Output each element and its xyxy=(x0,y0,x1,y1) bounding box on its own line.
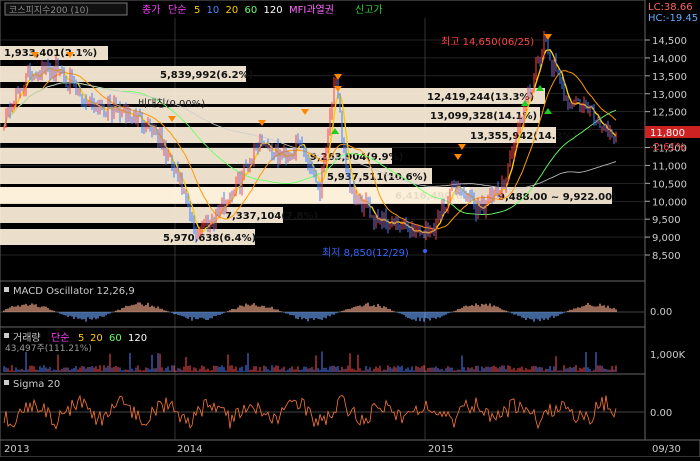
legend-item: 10 xyxy=(207,5,220,16)
price-box-label: 5,937,511(10.6%) xyxy=(327,172,427,183)
sigma-title: Sigma 20 xyxy=(13,379,60,390)
date-label: 2015 xyxy=(428,444,453,455)
legend-item: 20 xyxy=(226,5,239,16)
price-tick-label: 9,500 xyxy=(652,215,681,226)
legend-item: 종가 xyxy=(142,4,160,16)
price-tick-label: 14,500 xyxy=(652,36,687,47)
volume-title-part: 120 xyxy=(128,333,147,344)
volume-title-part: 60 xyxy=(109,333,122,344)
lc-readout: LC:38.66 xyxy=(648,2,693,13)
chart-window: 1,933,401(2.1%) 5,839,992(6.2%) 12,419,244… xyxy=(0,0,700,458)
sigma-bullet-icon xyxy=(4,380,9,385)
volume-title-part: 20 xyxy=(90,333,103,344)
price-box-label: 1,933,401(2.1%) xyxy=(4,48,97,59)
legend-item: 60 xyxy=(245,5,258,16)
price-tick-label: 11,000 xyxy=(652,161,687,172)
volume-sub: 43,497주(111.21%) xyxy=(5,343,92,354)
volume-title-part: 5 xyxy=(78,333,84,344)
current-price: 11,800 xyxy=(650,128,685,139)
stock-chart[interactable]: 1,933,401(2.1%) 5,839,992(6.2%) 12,419,244… xyxy=(0,0,700,458)
price-tick-label: 12,500 xyxy=(652,108,687,119)
date-axis-bar xyxy=(0,439,700,458)
legend-item: MFI과열권 xyxy=(289,4,334,16)
hc-readout: HC:-19.45 xyxy=(648,13,698,24)
price-tick-label: 13,500 xyxy=(652,72,687,83)
price-tick-label: 10,500 xyxy=(652,179,687,190)
midline-annotation: 비대칭(0.00%) xyxy=(138,98,205,110)
price-tick-label: 13,000 xyxy=(652,90,687,101)
price-box-label: 5,839,992(6.2%) xyxy=(160,70,253,81)
price-box-label: 12,419,244(13.3%) xyxy=(427,92,534,103)
low-annotation: 최저 8,850(12/29) xyxy=(322,247,409,259)
macd-zero: 0.00 xyxy=(650,307,672,318)
high-annotation: 최고 14,650(06/25) xyxy=(441,36,534,48)
date-axis-right: 09/30 xyxy=(652,444,681,455)
price-tick-label: 10,000 xyxy=(652,197,687,208)
price-box-label: 13,355,942(14.3%) xyxy=(470,131,577,142)
legend-item: 단순 xyxy=(168,4,186,16)
date-label: 2013 xyxy=(4,444,29,455)
date-label: 2014 xyxy=(177,444,202,455)
price-tick-label: 9,000 xyxy=(652,233,681,244)
price-tick-label: 14,000 xyxy=(652,54,687,65)
price-box-label: 5,970,638(6.4%) xyxy=(163,233,256,244)
volume-axis-label: 1,000K xyxy=(650,350,686,361)
low-marker-icon xyxy=(423,249,427,253)
price-box-label: 7,337,104(7.8%) xyxy=(225,211,318,222)
macd-title: MACD Oscillator 12,26,9 xyxy=(13,286,135,297)
price-box-label: 9,488.00 ~ 9,922.00) xyxy=(498,192,617,203)
legend-item: 신고가 xyxy=(355,4,383,16)
legend-item: 5 xyxy=(194,5,200,16)
price-tick-label: 8,500 xyxy=(652,251,681,262)
volume-title-part: 단순 xyxy=(51,332,69,344)
symbol-text: 코스피지수200 (10) xyxy=(9,5,89,16)
volume-bullet-icon xyxy=(4,333,9,338)
sigma-zero: 0.00 xyxy=(650,408,672,419)
price-change: -2.61% xyxy=(650,142,685,153)
volume-title-part: 거래량 xyxy=(13,332,41,344)
legend-item: 120 xyxy=(264,5,283,16)
sigma-panel xyxy=(0,373,646,441)
price-box-label: 13,099,328(14.1%) xyxy=(430,111,537,122)
macd-bullet-icon xyxy=(4,287,9,292)
